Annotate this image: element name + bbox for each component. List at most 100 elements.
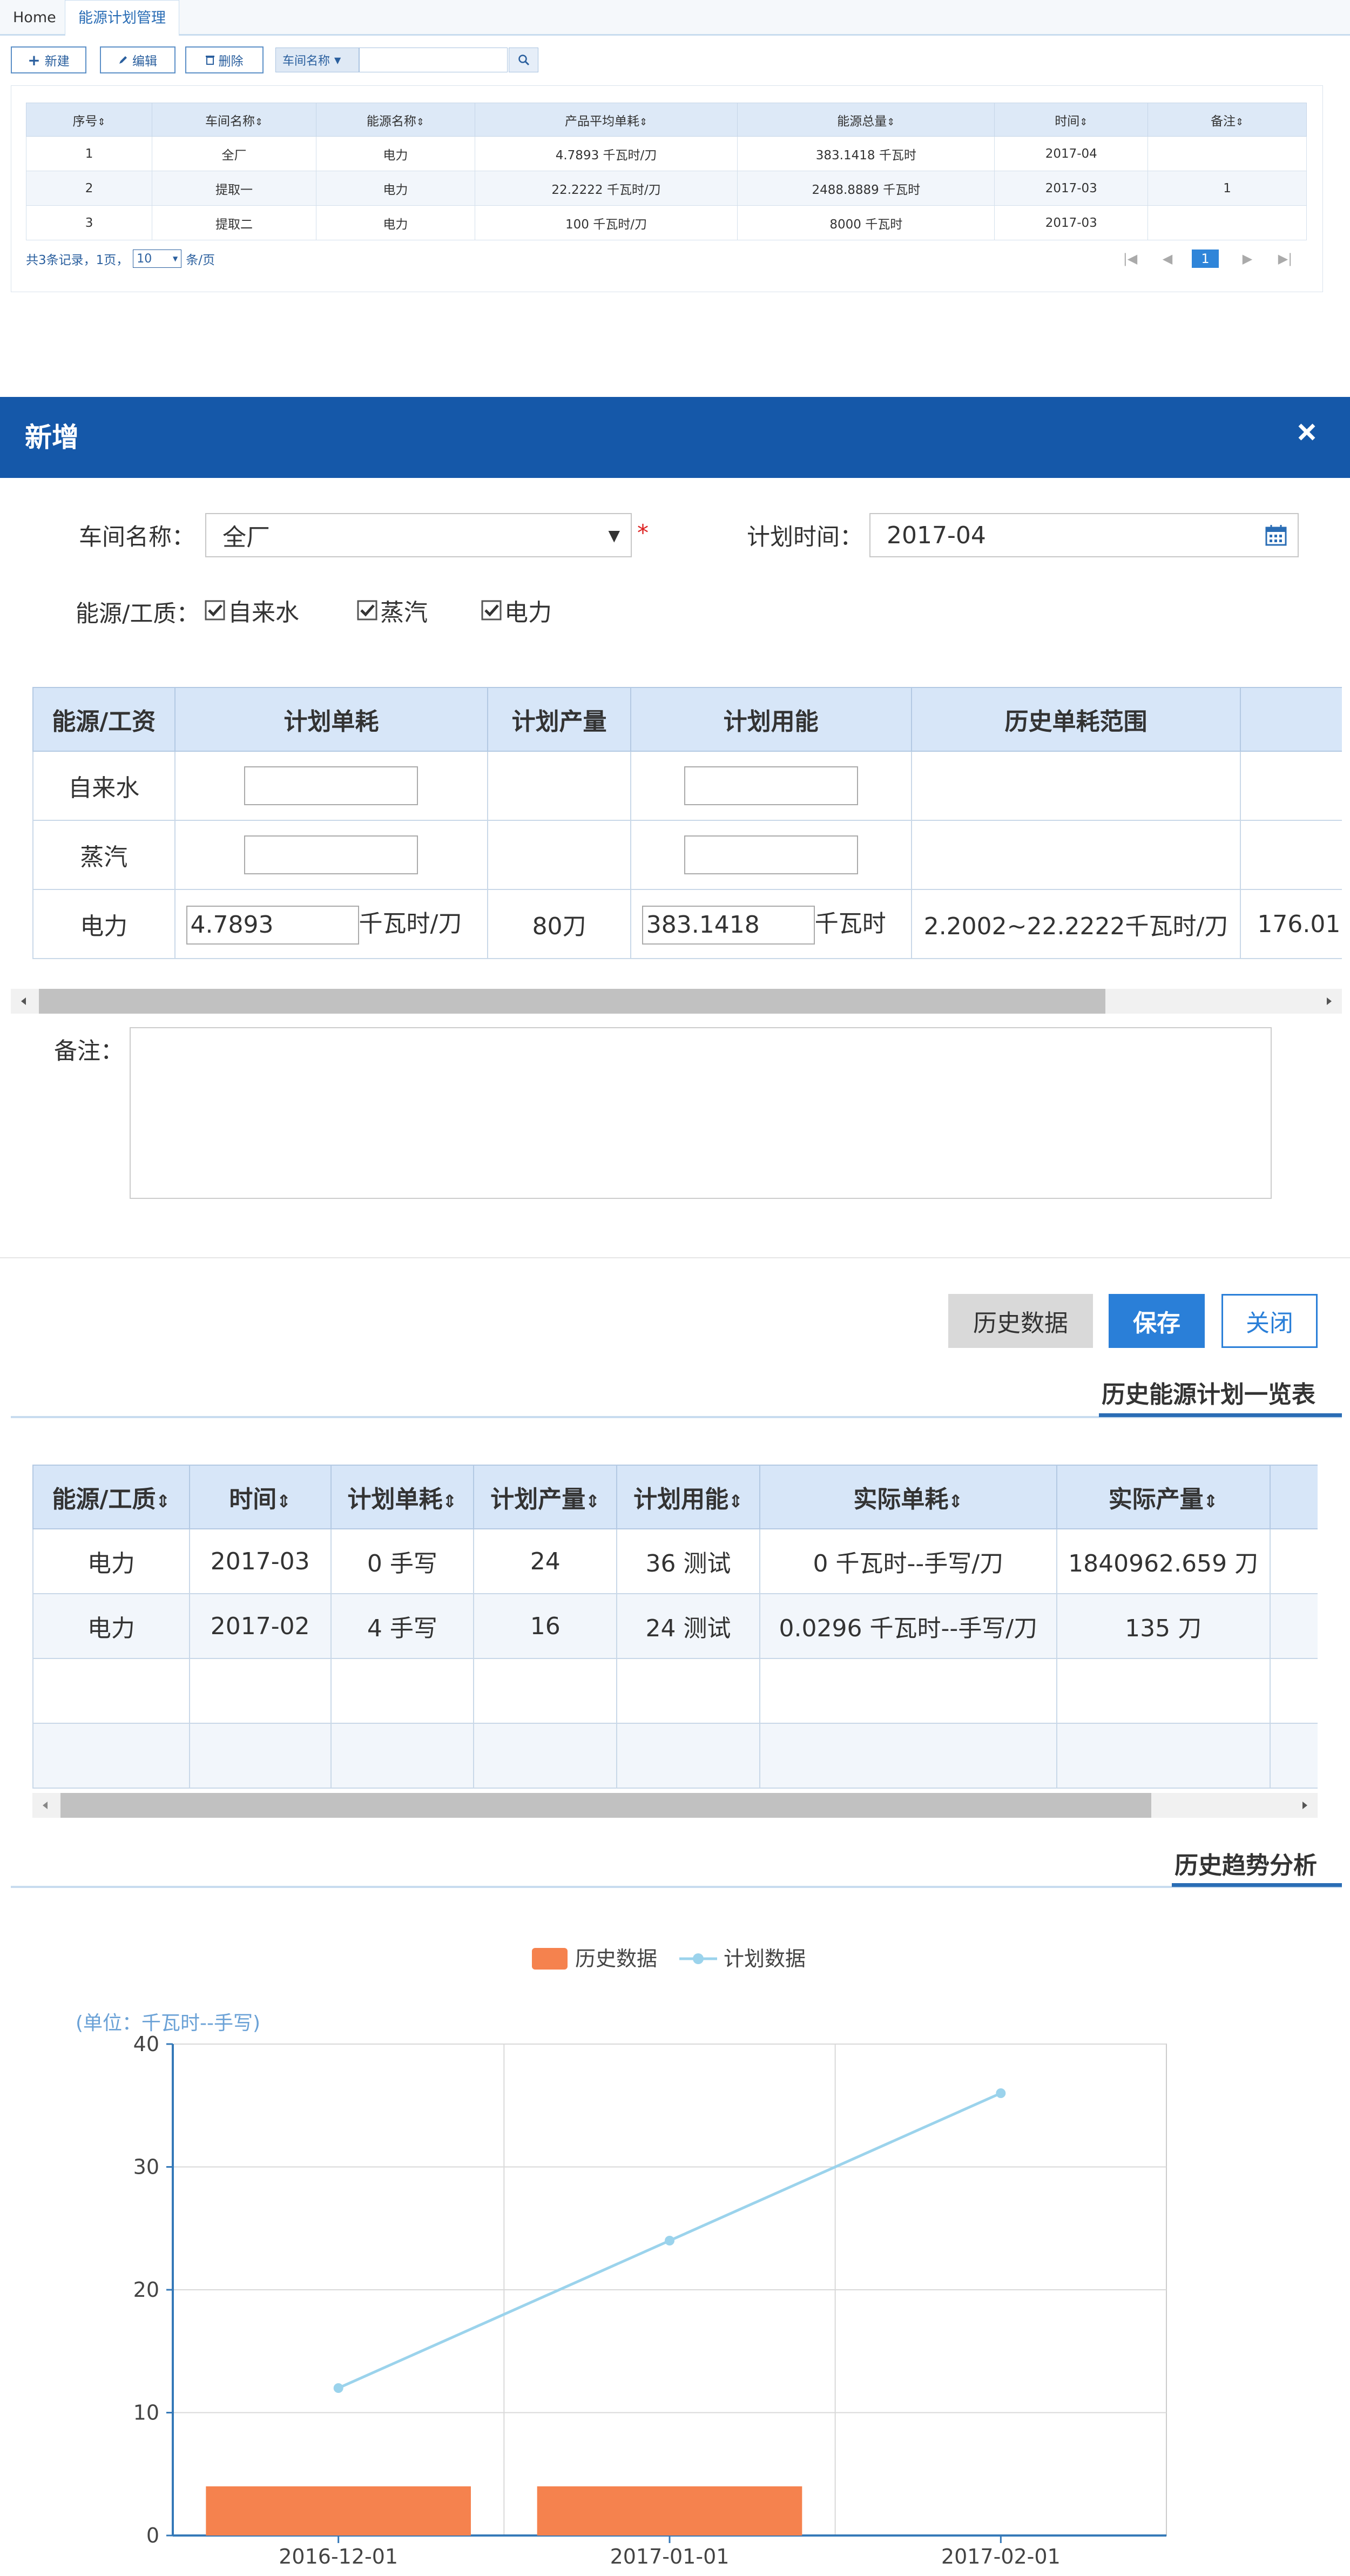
- history-header-cell[interactable]: 时间⇕: [188, 1465, 332, 1529]
- table-cell: 0 手写: [330, 1528, 475, 1594]
- sort-icon: ⇕: [1236, 116, 1244, 128]
- sort-icon: ⇕: [639, 116, 648, 128]
- search-field-select[interactable]: 车间名称 ▼: [275, 48, 359, 72]
- table-row[interactable]: 1 全厂 电力 4.7893 千瓦时/刀 383.1418 千瓦时 2017-04: [25, 136, 1307, 171]
- table-row: [32, 1723, 1318, 1789]
- point-planned: [333, 2383, 343, 2393]
- edit-button[interactable]: 编辑: [100, 46, 176, 73]
- close-button[interactable]: 关闭: [1221, 1294, 1318, 1348]
- checkbox-steam[interactable]: 蒸汽: [356, 593, 428, 628]
- current-page-button[interactable]: 1: [1192, 249, 1219, 268]
- table-cell: 0 千: [1269, 1528, 1318, 1594]
- y-tick-label: 0: [146, 2524, 159, 2547]
- new-button[interactable]: + 新建: [11, 46, 86, 73]
- scroll-right-icon[interactable]: [1293, 1793, 1318, 1818]
- tab-home[interactable]: Home: [0, 0, 69, 36]
- history-header-cell[interactable]: 计划产量⇕: [473, 1465, 618, 1529]
- close-icon[interactable]: [1293, 419, 1320, 446]
- table-cell: 2017-03: [994, 171, 1149, 206]
- scroll-right-icon[interactable]: [1317, 989, 1342, 1014]
- table-cell: 22.2222 千瓦时/刀: [474, 171, 738, 206]
- table-cell: [1056, 1723, 1271, 1789]
- unit-consumption-input[interactable]: [244, 766, 418, 805]
- list-header-cell[interactable]: 备注⇕: [1148, 103, 1307, 137]
- table-cell: [32, 1658, 190, 1724]
- unit-consumption-input[interactable]: [244, 835, 418, 874]
- save-button[interactable]: 保存: [1109, 1294, 1205, 1348]
- unit-consumption-cell: [174, 751, 489, 821]
- list-header-cell[interactable]: 能源总量⇕: [737, 103, 995, 137]
- scroll-left-icon[interactable]: [11, 989, 36, 1014]
- pencil-icon: [118, 55, 128, 65]
- caret-down-icon: ▼: [173, 255, 178, 262]
- plan-header-cell: 历史单耗范围: [910, 687, 1241, 752]
- table-row: [32, 1658, 1318, 1724]
- checkbox-power[interactable]: 电力: [481, 593, 552, 628]
- first-page-button[interactable]: |◀: [1119, 249, 1141, 268]
- table-cell: 100 千瓦时/刀: [474, 205, 738, 240]
- table-cell: [1056, 1658, 1271, 1724]
- planned-energy-input[interactable]: [684, 766, 858, 805]
- plan-header-cell: 计划用能: [630, 687, 912, 752]
- workshop-select[interactable]: 全厂 ▼: [205, 513, 632, 557]
- history-header-cell[interactable]: 实际产量⇕: [1056, 1465, 1271, 1529]
- unit-consumption-input[interactable]: 4.7893: [186, 905, 359, 945]
- search-button[interactable]: [509, 48, 538, 72]
- sort-icon: ⇕: [728, 1491, 743, 1512]
- page-size-select[interactable]: 10 ▼: [133, 249, 182, 268]
- y-tick-label: 20: [133, 2278, 159, 2302]
- planned-energy-input[interactable]: [684, 835, 858, 874]
- list-header-cell[interactable]: 车间名称⇕: [152, 103, 317, 137]
- table-cell: 16: [473, 1593, 618, 1659]
- y-tick-label: 40: [133, 2032, 159, 2056]
- table-cell: 2017-03: [188, 1528, 332, 1594]
- dialog-title: 新增: [25, 422, 79, 453]
- table-cell: [1148, 136, 1307, 171]
- history-header-cell[interactable]: 计划单耗⇕: [330, 1465, 475, 1529]
- delete-button[interactable]: 删除: [185, 46, 264, 73]
- history-range-cell: 2.2002~22.2222千瓦时/刀: [910, 889, 1241, 959]
- sort-icon: ⇕: [585, 1491, 600, 1512]
- list-header-cell[interactable]: 时间⇕: [994, 103, 1149, 137]
- tab-energy-plan[interactable]: 能源计划管理: [65, 0, 179, 36]
- planned-output-cell: 80刀: [487, 889, 631, 959]
- history-table-title: 历史能源计划一览表: [1102, 1381, 1315, 1408]
- table-row[interactable]: 2 提取一 电力 22.2222 千瓦时/刀 2488.8889 千瓦时 2017-03 1: [25, 171, 1307, 206]
- table-cell: 1: [1148, 171, 1307, 206]
- next-page-button[interactable]: ▶: [1237, 249, 1258, 268]
- table-cell: 电力: [316, 136, 475, 171]
- scrollbar-thumb[interactable]: [60, 1793, 1151, 1818]
- planned-energy-input[interactable]: 383.1418: [642, 905, 815, 945]
- prev-page-button[interactable]: ◀: [1157, 249, 1178, 268]
- table-cell: 4.7893 千瓦时/刀: [474, 136, 738, 171]
- history-header-cell[interactable]: 计划用能⇕: [616, 1465, 760, 1529]
- history-header-cell[interactable]: 实际单耗⇕: [759, 1465, 1057, 1529]
- table-row[interactable]: 3 提取二 电力 100 千瓦时/刀 8000 千瓦时 2017-03: [25, 205, 1307, 240]
- table-cell: 4 手写: [330, 1593, 475, 1659]
- sort-icon: ⇕: [1079, 116, 1088, 128]
- table-cell: [330, 1658, 475, 1724]
- table-cell: 135 刀: [1056, 1593, 1271, 1659]
- scrollbar-thumb[interactable]: [39, 989, 1105, 1014]
- last-page-button[interactable]: ▶|: [1274, 249, 1296, 268]
- search-input[interactable]: [359, 48, 508, 72]
- caret-down-icon: ▼: [334, 55, 341, 65]
- plan-time-input[interactable]: 2017-04: [869, 513, 1299, 557]
- table-row: 电力 2017-02 4 手写 16 24 测试 0.0296 千瓦时--手写/刀 135 …: [32, 1593, 1318, 1659]
- checkbox-water[interactable]: 自来水: [204, 593, 299, 628]
- list-header-cell[interactable]: 能源名称⇕: [316, 103, 475, 137]
- table-row: 电力 2017-03 0 手写 24 36 测试 0 千瓦时--手写/刀 1840962.6…: [32, 1528, 1318, 1594]
- table-cell: [188, 1658, 332, 1724]
- checkbox-checked-icon: [204, 599, 226, 621]
- table-cell: [473, 1658, 618, 1724]
- plan-header-cell: 计划单耗: [174, 687, 489, 752]
- list-header-cell[interactable]: 产品平均单耗⇕: [474, 103, 738, 137]
- remark-textarea[interactable]: [130, 1027, 1272, 1199]
- history-header-cell[interactable]: 能源/工质⇕: [32, 1465, 190, 1529]
- sort-icon: ⇕: [416, 116, 424, 128]
- calendar-icon[interactable]: [1264, 523, 1288, 547]
- scroll-left-icon[interactable]: [32, 1793, 57, 1818]
- history-data-button[interactable]: 历史数据: [948, 1294, 1093, 1348]
- list-header-cell[interactable]: 序号⇕: [25, 103, 153, 137]
- history-header-cell[interactable]: [1269, 1465, 1318, 1529]
